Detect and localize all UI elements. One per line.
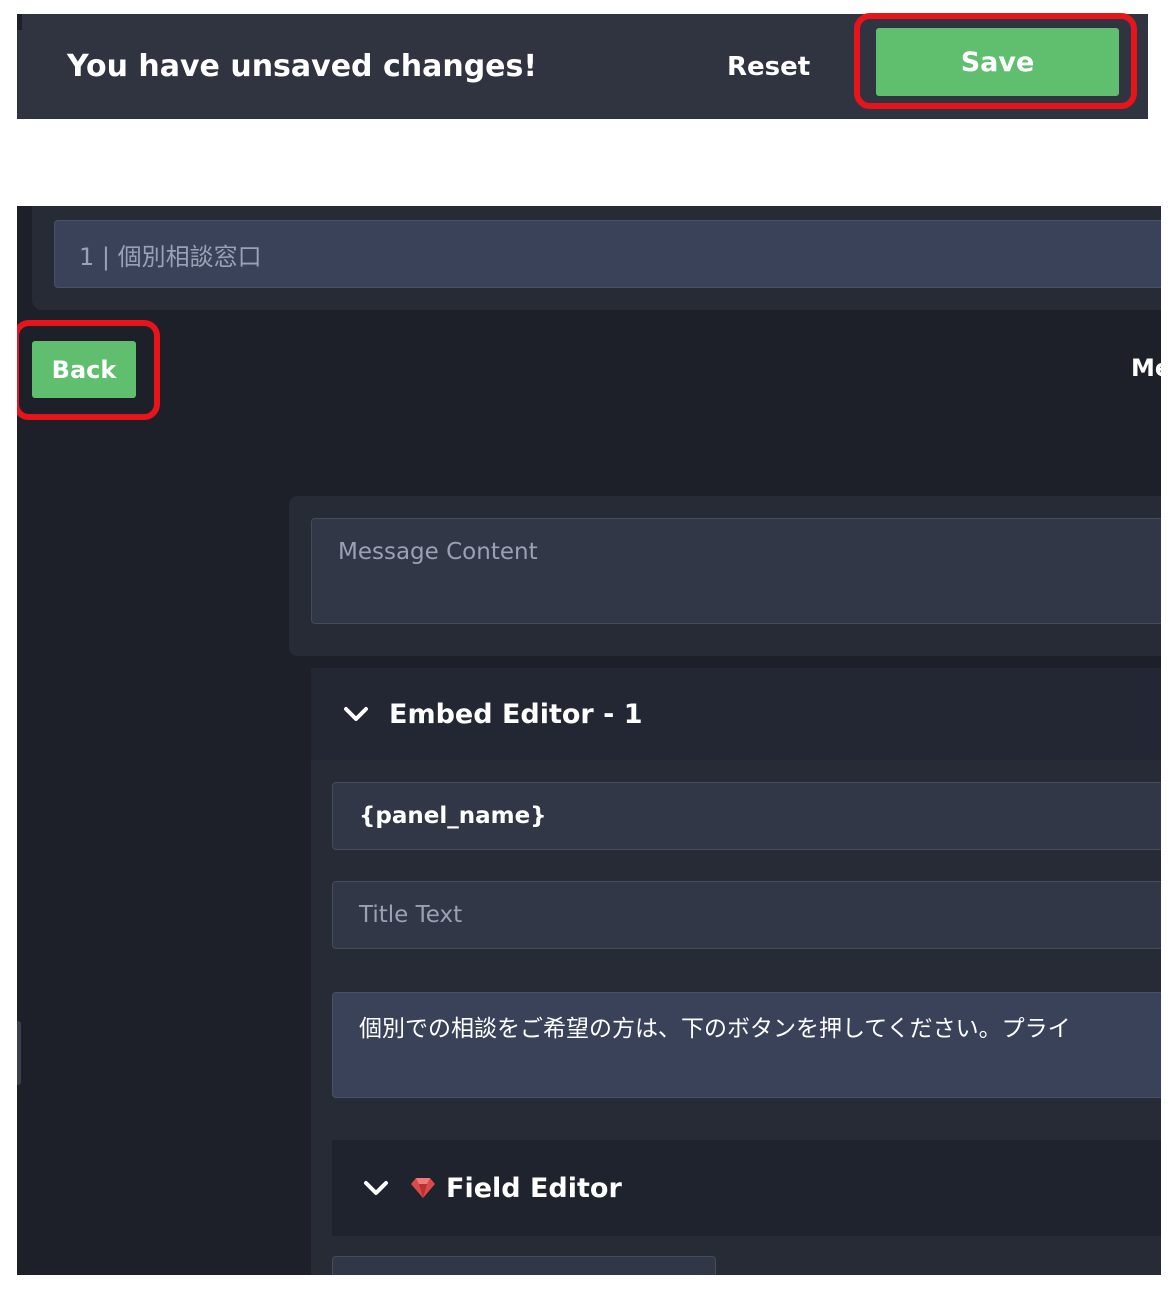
- panel-editor: 1 | 個別相談窓口 Back Me Message Content Embed…: [17, 206, 1161, 1275]
- embed-description-input[interactable]: 個別での相談をご希望の方は、下のボタンを押してください。プライ: [332, 992, 1161, 1098]
- back-button[interactable]: Back: [32, 341, 136, 398]
- reset-button[interactable]: Reset: [727, 14, 810, 119]
- message-content-card: Message Content: [289, 496, 1161, 656]
- truncated-label: Me: [1131, 354, 1161, 382]
- embed-editor-title: Embed Editor - 1: [389, 698, 643, 730]
- unsaved-changes-message: You have unsaved changes!: [67, 49, 538, 84]
- panel-select[interactable]: 1 | 個別相談窓口: [54, 220, 1161, 288]
- field-name-input[interactable]: [332, 1256, 716, 1275]
- embed-editor: Embed Editor - 1 {panel_name} Title Text…: [311, 668, 1161, 1275]
- embed-author-input[interactable]: {panel_name}: [332, 782, 1161, 850]
- panel-select-container: 1 | 個別相談窓口: [32, 206, 1161, 310]
- chevron-down-icon: [344, 707, 368, 721]
- embed-editor-header[interactable]: Embed Editor - 1: [311, 668, 1161, 760]
- field-editor-header[interactable]: Field Editor: [332, 1140, 1161, 1236]
- save-button[interactable]: Save: [876, 28, 1119, 96]
- field-editor-title: Field Editor: [446, 1172, 622, 1204]
- gem-icon: [411, 1178, 435, 1198]
- message-content-input[interactable]: Message Content: [311, 518, 1161, 624]
- embed-title-input[interactable]: Title Text: [332, 881, 1161, 949]
- side-tab: [17, 1021, 21, 1085]
- chevron-down-icon: [364, 1181, 388, 1195]
